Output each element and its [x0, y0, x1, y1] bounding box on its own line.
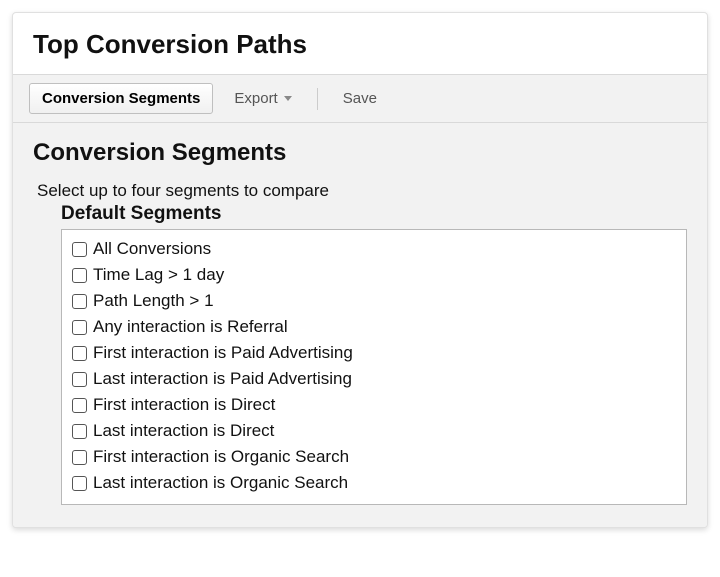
segment-option[interactable]: Path Length > 1 [72, 288, 676, 314]
segment-option[interactable]: Last interaction is Direct [72, 418, 676, 444]
checkbox-icon [72, 476, 87, 491]
save-button[interactable]: Save [330, 83, 390, 114]
checkbox-icon [72, 268, 87, 283]
segment-label: First interaction is Direct [93, 395, 275, 415]
checkbox-icon [72, 372, 87, 387]
checkbox-icon [72, 346, 87, 361]
segments-group-title: Default Segments [61, 203, 687, 225]
checkbox-icon [72, 294, 87, 309]
segment-label: Last interaction is Paid Advertising [93, 369, 352, 389]
checkbox-icon [72, 398, 87, 413]
checkbox-icon [72, 424, 87, 439]
export-button[interactable]: Export [221, 83, 304, 114]
segment-option[interactable]: Last interaction is Paid Advertising [72, 366, 676, 392]
page-title: Top Conversion Paths [13, 13, 707, 74]
segment-label: All Conversions [93, 239, 211, 259]
segments-list: All Conversions Time Lag > 1 day Path Le… [61, 229, 687, 505]
segment-option[interactable]: First interaction is Direct [72, 392, 676, 418]
panel-instruction: Select up to four segments to compare [37, 181, 687, 201]
export-label: Export [234, 90, 277, 107]
segment-option[interactable]: All Conversions [72, 236, 676, 262]
segment-label: Any interaction is Referral [93, 317, 288, 337]
segment-label: First interaction is Paid Advertising [93, 343, 353, 363]
segment-option[interactable]: First interaction is Organic Search [72, 444, 676, 470]
toolbar: Conversion Segments Export Save [13, 74, 707, 123]
caret-down-icon [284, 96, 292, 101]
segment-option[interactable]: First interaction is Paid Advertising [72, 340, 676, 366]
segment-label: Last interaction is Direct [93, 421, 274, 441]
conversion-segments-button[interactable]: Conversion Segments [29, 83, 213, 114]
checkbox-icon [72, 450, 87, 465]
save-label: Save [343, 90, 377, 107]
conversion-segments-label: Conversion Segments [42, 90, 200, 107]
segment-label: Time Lag > 1 day [93, 265, 224, 285]
segments-panel: Conversion Segments Select up to four se… [13, 123, 707, 527]
report-card: Top Conversion Paths Conversion Segments… [12, 12, 708, 528]
segment-option[interactable]: Any interaction is Referral [72, 314, 676, 340]
segment-label: First interaction is Organic Search [93, 447, 349, 467]
segment-label: Last interaction is Organic Search [93, 473, 348, 493]
panel-title: Conversion Segments [33, 139, 687, 167]
segment-label: Path Length > 1 [93, 291, 214, 311]
segment-option[interactable]: Last interaction is Organic Search [72, 470, 676, 496]
toolbar-divider [317, 88, 318, 110]
checkbox-icon [72, 320, 87, 335]
checkbox-icon [72, 242, 87, 257]
segment-option[interactable]: Time Lag > 1 day [72, 262, 676, 288]
